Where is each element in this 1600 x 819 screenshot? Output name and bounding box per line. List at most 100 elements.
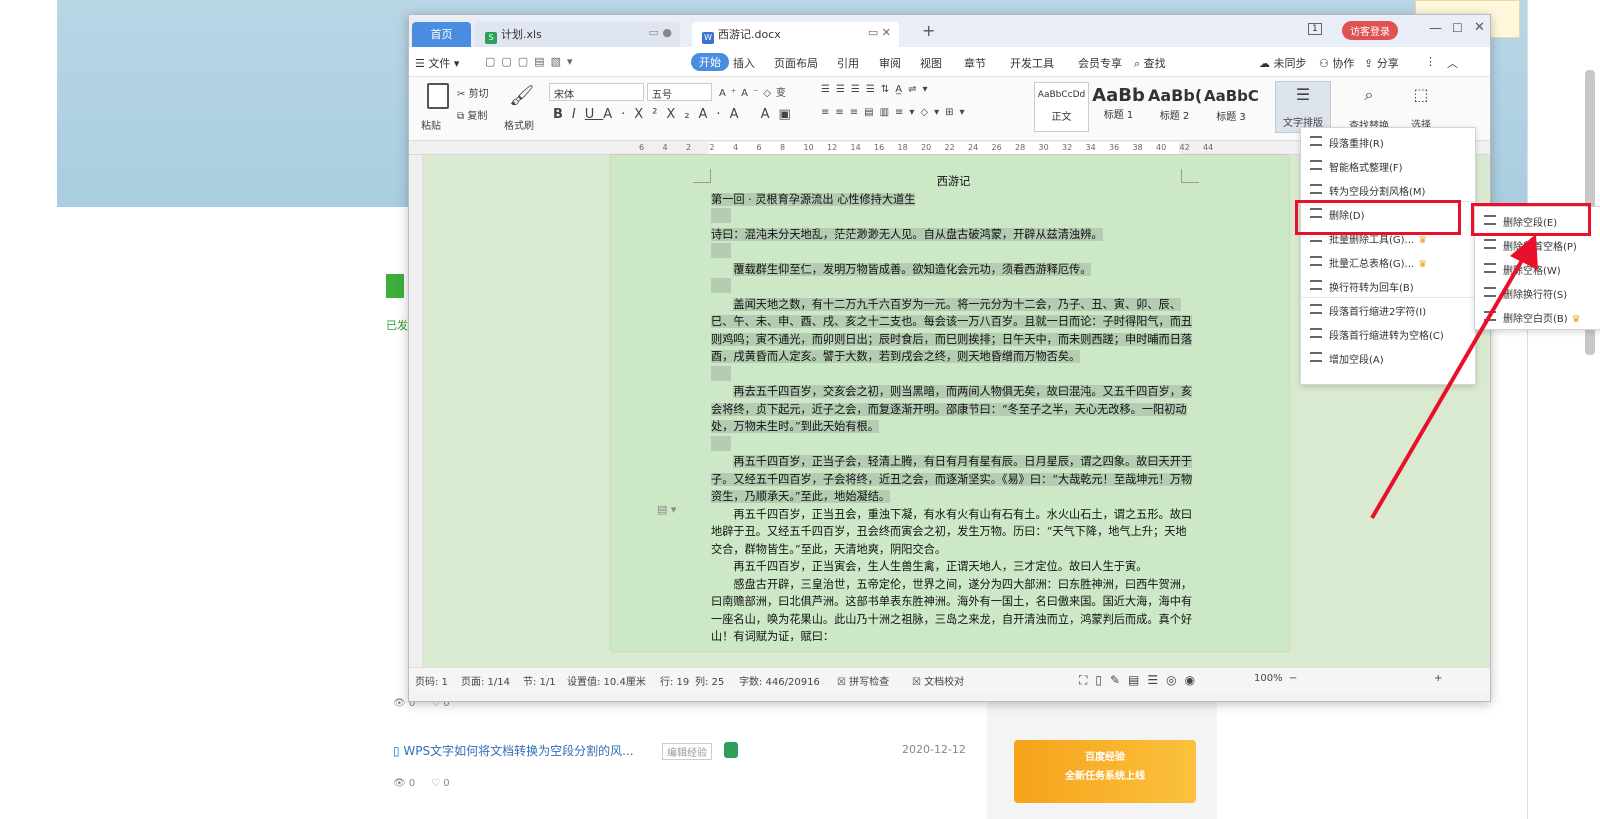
- share-button[interactable]: ⇪ 分享: [1364, 55, 1399, 71]
- collab-button[interactable]: ⚇ 协作: [1319, 55, 1354, 71]
- font-size-select[interactable]: 五号: [647, 83, 712, 101]
- document-paragraph[interactable]: 感盘古开辟，三皇治世，五帝定伦，世界之间，遂分为四大部洲：曰东胜神洲，曰西牛贺洲…: [711, 576, 1196, 646]
- close-icon[interactable]: ✕: [1474, 20, 1485, 35]
- menu-developer[interactable]: 开发工具: [1010, 55, 1054, 71]
- tab-home-label: 首页: [430, 28, 453, 41]
- menu-page-layout[interactable]: 页面布局: [774, 55, 818, 71]
- quick-access-icons[interactable]: ▢▢▢▤▧▾: [485, 55, 579, 68]
- status-setting[interactable]: 设置值: 10.4厘米: [567, 673, 646, 688]
- status-page-code[interactable]: 页码: 1: [415, 673, 448, 688]
- vertical-ruler: [409, 155, 423, 667]
- text-layout-menu-item-label: 段落重排(R): [1329, 139, 1384, 150]
- sync-button[interactable]: ☁ 未同步: [1259, 55, 1307, 71]
- collapse-ribbon-icon[interactable]: ︿: [1447, 55, 1458, 71]
- paragraph-text: 第一回 · 灵根育孕源流出 心性修持大道生: [711, 192, 916, 206]
- view-mode-icons[interactable]: ⛶▯✎▤☰◎◉: [1079, 673, 1203, 688]
- menu-references[interactable]: 引用: [837, 55, 859, 71]
- style-heading1[interactable]: AaBb 标题 1: [1091, 82, 1146, 132]
- zoom-in-icon[interactable]: +: [1434, 673, 1442, 684]
- menu-review[interactable]: 审阅: [879, 55, 901, 71]
- document-paragraph[interactable]: 再五千四百岁，正当丑会，重浊下凝，有水有火有山有石有土。水火山石土，谓之五形。故…: [711, 506, 1196, 559]
- new-tab-button[interactable]: +: [922, 21, 935, 40]
- find-replace-button[interactable]: ⌕查找替换: [1343, 85, 1395, 132]
- ad-subtitle: 全新任务系统上线: [1065, 771, 1145, 782]
- file-menu[interactable]: ☰ 文件 ▾: [415, 55, 459, 71]
- document-paragraph[interactable]: [711, 365, 1196, 384]
- style-heading2[interactable]: AaBb(标题 2: [1147, 82, 1202, 132]
- minimize-icon[interactable]: —: [1429, 21, 1442, 36]
- font-format-icons[interactable]: BIUA·X²X₂A·A A▣: [553, 107, 800, 122]
- menu-item-icon: [1310, 160, 1322, 170]
- menu-member[interactable]: 会员专享: [1078, 55, 1122, 71]
- paste-icon[interactable]: [427, 83, 449, 109]
- tab-doc-close-icon[interactable]: ▭ ✕: [868, 26, 891, 39]
- document-paragraph[interactable]: [711, 435, 1196, 454]
- document-paragraph[interactable]: 再五千四百岁，正当寅会，生人生兽生禽，正谓天地人，三才定位。故曰人生于寅。: [711, 558, 1196, 576]
- status-col[interactable]: 列: 25: [695, 673, 724, 688]
- document-paragraph[interactable]: [711, 208, 1196, 226]
- cut-button[interactable]: ✂ 剪切: [457, 85, 489, 100]
- page-indicator[interactable]: 1: [1308, 23, 1322, 35]
- tab-xls-close-icon[interactable]: ▭ ●: [649, 26, 673, 39]
- spreadsheet-icon: S: [485, 32, 497, 44]
- zoom-level[interactable]: 100%: [1254, 673, 1283, 684]
- ruler-number: 2: [709, 143, 715, 152]
- menu-item-icon: [1310, 280, 1322, 290]
- menu-chapter[interactable]: 章节: [964, 55, 986, 71]
- status-row[interactable]: 行: 19: [660, 673, 689, 688]
- text-layout-menu-item[interactable]: 智能格式整理(F): [1301, 154, 1475, 178]
- ad-banner[interactable]: 百度经验 全新任务系统上线: [1014, 740, 1196, 803]
- font-grow-shrink-icons[interactable]: A⁺A⁻◇变: [719, 84, 791, 99]
- document-paragraph[interactable]: 再去五千四百岁，交亥会之初，则当黑暗，而两间人物俱无矣，故曰混沌。又五千四百岁，…: [711, 383, 1196, 436]
- proofread-button[interactable]: ☒ 文档校对: [912, 673, 964, 688]
- menu-item-icon: [1310, 256, 1322, 266]
- text-layout-menu-item[interactable]: 段落重排(R): [1301, 130, 1475, 154]
- format-painter-icon[interactable]: 🖌: [509, 83, 534, 107]
- select-button[interactable]: ⬚ 选择: [1403, 85, 1439, 131]
- text-layout-button[interactable]: ☰ 文字排版: [1275, 81, 1331, 133]
- paragraph-text: 再去五千四百岁，交亥会之初，则当黑暗，而两间人物俱无矣，故曰混沌。又五千四百岁，…: [711, 385, 1193, 433]
- align-icons[interactable]: ≡≡≡▤▥≡▾◇▾⊞▾: [821, 107, 971, 118]
- text-layout-menu-item[interactable]: 转为空段分割风格(M): [1301, 178, 1475, 202]
- style-heading2-name: 标题 2: [1159, 111, 1190, 122]
- document-paragraph[interactable]: [711, 278, 1196, 296]
- document-paragraph[interactable]: 覆载群生仰至仁，发明万物皆成善。欲知造化会元功，须看西游释厄传。: [711, 261, 1196, 279]
- document-paragraph[interactable]: 盖闻天地之数，有十二万九千六百岁为一元。将一元分为十二会，乃子、丑、寅、卯、辰、…: [711, 296, 1196, 366]
- style-heading3[interactable]: AaBbC(标题 3: [1203, 82, 1259, 132]
- style-normal[interactable]: AaBbCcDd 正文: [1034, 82, 1089, 132]
- menu-start[interactable]: 开始: [691, 53, 729, 71]
- status-pages[interactable]: 页面: 1/14: [461, 673, 510, 688]
- style-heading1-preview: AaBb: [1092, 85, 1145, 106]
- file-menu-label: 文件: [428, 57, 451, 70]
- paste-label[interactable]: 粘贴: [421, 117, 441, 132]
- document-page[interactable]: ▤ ▾ 西游记 第一回 · 灵根育孕源流出 心性修持大道生 诗曰：混沌未分天地乱，…: [611, 155, 1289, 651]
- page-corner-tl: [693, 169, 711, 183]
- document-paragraph[interactable]: 再五千四百岁，正当子会，轻清上腾，有日有月有星有辰。日月星辰，谓之四象。故曰天开…: [711, 453, 1196, 506]
- document-paragraph[interactable]: 诗曰：混沌未分天地乱，茫茫渺渺无人见。自从盘古破鸿蒙，开辟从兹清浊辨。: [711, 226, 1196, 244]
- paragraph-text: [711, 365, 731, 381]
- font-name-select[interactable]: 宋体: [549, 83, 644, 101]
- document-paragraph[interactable]: [711, 243, 1196, 261]
- tab-xls[interactable]: S 计划.xls ▭ ●: [475, 22, 680, 47]
- zoom-out-icon[interactable]: −: [1289, 673, 1297, 684]
- more-icon[interactable]: ⋮: [1425, 55, 1436, 68]
- search-button[interactable]: ⌕ 查找: [1134, 55, 1166, 71]
- paragraph-marker-icon[interactable]: ▤ ▾: [657, 503, 676, 516]
- menu-view[interactable]: 视图: [920, 55, 942, 71]
- copy-button[interactable]: ⧉ 复制: [457, 107, 487, 122]
- login-button[interactable]: 访客登录: [1342, 21, 1398, 40]
- format-painter-label[interactable]: 格式刷: [504, 117, 534, 132]
- spell-check-button[interactable]: ☒ 拼写检查: [837, 673, 889, 688]
- maximize-icon[interactable]: ☐: [1452, 21, 1463, 35]
- tab-home[interactable]: 首页: [412, 22, 471, 47]
- status-section[interactable]: 节: 1/1: [523, 673, 556, 688]
- paragraph-list: 第一回 · 灵根育孕源流出 心性修持大道生诗曰：混沌未分天地乱，茫茫渺渺无人见。…: [711, 191, 1196, 646]
- status-words[interactable]: 字数: 446/20916: [739, 673, 820, 688]
- document-text[interactable]: 西游记 第一回 · 灵根育孕源流出 心性修持大道生 诗曰：混沌未分天地乱，茫茫渺渺…: [711, 173, 1196, 646]
- menu-insert[interactable]: 插入: [733, 55, 755, 71]
- tab-doc[interactable]: W 西游记.docx ▭ ✕: [692, 22, 899, 47]
- feed-title-link[interactable]: ▯ WPS文字如何将文档转换为空段分割的风...: [393, 742, 634, 759]
- list-icons[interactable]: ☰☰☰☰⇅A̲⇌▾: [821, 84, 933, 95]
- document-paragraph[interactable]: 第一回 · 灵根育孕源流出 心性修持大道生: [711, 191, 1196, 209]
- paragraph-text: 再五千四百岁，正当丑会，重浊下凝，有水有火有山有石有土。水火山石土，谓之五形。故…: [711, 507, 1193, 556]
